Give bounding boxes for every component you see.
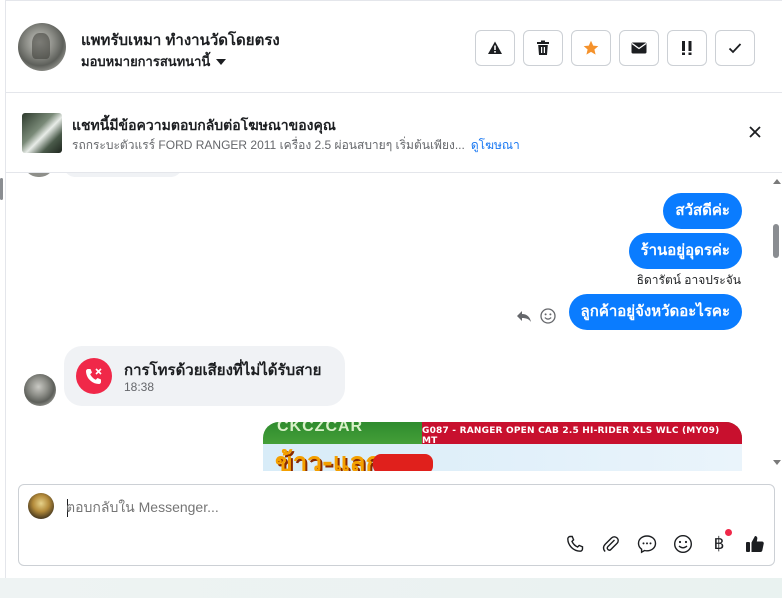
page-avatar	[28, 493, 54, 519]
previous-message-avatar	[24, 173, 54, 177]
outgoing-message[interactable]: สวัสดีค่ะ	[663, 193, 742, 229]
promo-image-attachment[interactable]: CKCZCAR G087 - RANGER OPEN CAB 2.5 HI-RI…	[263, 422, 742, 471]
conversation-panel: แพทรับเหมา ทำงานวัดโดยตรง มอบหมายการสนทน…	[6, 0, 782, 578]
phone-icon[interactable]	[564, 533, 586, 555]
missed-call-bubble[interactable]: การโทรด้วยเสียงที่ไม่ได้รับสาย 18:38	[64, 346, 345, 406]
scroll-down-arrow-icon[interactable]	[773, 460, 781, 465]
ad-thumbnail[interactable]	[22, 113, 62, 153]
assign-conversation-dropdown[interactable]: มอบหมายการสนทนานี้	[81, 51, 227, 72]
composer-toolbar: ฿	[564, 529, 766, 555]
contact-avatar-small	[24, 374, 56, 406]
saved-reply-icon[interactable]	[636, 533, 658, 555]
outgoing-message[interactable]: ลูกค้าอยู่จังหวัดอะไรคะ	[568, 294, 742, 330]
conversation-header: แพทรับเหมา ทำงานวัดโดยตรง มอบหมายการสนทน…	[6, 1, 782, 93]
contact-avatar[interactable]	[18, 23, 66, 71]
star-icon	[583, 40, 599, 55]
emoji-icon[interactable]	[672, 533, 694, 555]
promo-model-text: G087 - RANGER OPEN CAB 2.5 HI-RIDER XLS …	[422, 426, 720, 446]
ad-description: รถกระบะตัวแรร์ FORD RANGER 2011 เครื่อง …	[72, 138, 465, 152]
view-ad-link[interactable]: ดูโฆษณา	[471, 138, 520, 152]
emoji-react-icon[interactable]	[540, 308, 556, 324]
ad-description-line: รถกระบะตัวแรร์ FORD RANGER 2011 เครื่อง …	[72, 136, 520, 155]
assign-label: มอบหมายการสนทนานี้	[81, 54, 211, 69]
message-actions	[516, 308, 556, 324]
warning-icon	[488, 41, 502, 54]
mark-unread-button[interactable]	[619, 30, 659, 66]
promo-brand-text: CKCZCAR	[277, 422, 364, 435]
reply-icon[interactable]	[516, 309, 532, 323]
caret-down-icon	[216, 59, 227, 65]
mark-done-button[interactable]	[715, 30, 755, 66]
follow-up-button[interactable]	[667, 30, 707, 66]
scroll-thumb[interactable]	[773, 224, 779, 258]
outgoing-message[interactable]: ร้านอยู่อุดรค่ะ	[628, 233, 742, 269]
star-button[interactable]	[571, 30, 611, 66]
close-icon[interactable]	[746, 123, 764, 141]
check-icon	[728, 43, 742, 54]
trash-icon	[537, 40, 549, 55]
ad-reply-banner: แชทนี้มีข้อความตอบกลับต่อโฆษณาของคุณ รถก…	[6, 93, 782, 173]
envelope-icon	[631, 42, 647, 54]
attachment-icon[interactable]	[600, 533, 622, 555]
baht-payment-icon[interactable]: ฿	[708, 529, 732, 555]
missed-call-title: การโทรด้วยเสียงที่ไม่ได้รับสาย	[124, 362, 322, 379]
promo-red-strip: G087 - RANGER OPEN CAB 2.5 HI-RIDER XLS …	[422, 422, 742, 446]
sender-name: ธิดารัตน์ อาจประจัน	[636, 273, 741, 287]
ad-banner-title: แชทนี้มีข้อความตอบกลับต่อโฆษณาของคุณ	[72, 117, 336, 133]
thread-scrollbar[interactable]	[772, 173, 782, 471]
notification-dot	[725, 529, 732, 536]
previous-message-bubble	[64, 173, 182, 177]
missed-call-icon	[76, 358, 112, 394]
reply-composer: ฿	[18, 484, 775, 566]
promo-car-graphic	[373, 454, 433, 471]
scroll-up-arrow-icon[interactable]	[773, 179, 781, 184]
delete-button[interactable]	[523, 30, 563, 66]
page-bottom-strip	[0, 578, 782, 598]
contact-name[interactable]: แพทรับเหมา ทำงานวัดโดยตรง	[81, 28, 280, 52]
double-exclamation-icon	[682, 41, 692, 55]
thumbs-up-icon[interactable]	[744, 533, 766, 555]
panel-scroll-marker	[0, 178, 3, 200]
missed-call-time: 18:38	[124, 380, 155, 394]
report-spam-button[interactable]	[475, 30, 515, 66]
reply-input[interactable]	[66, 499, 706, 515]
message-thread[interactable]: สวัสดีค่ะ ร้านอยู่อุดรค่ะ ธิดารัตน์ อาจป…	[6, 173, 782, 471]
